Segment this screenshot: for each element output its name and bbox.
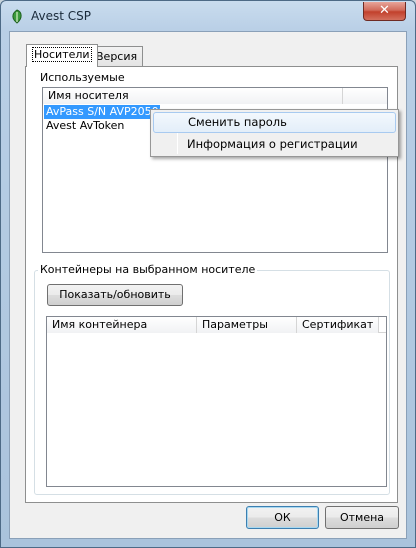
column-media-name[interactable]: Имя носителя — [43, 88, 343, 104]
close-icon: ✕ — [379, 3, 390, 18]
title-bar[interactable]: Avest CSP ✕ — [1, 1, 415, 31]
containers-listview[interactable]: Имя контейнера Параметры Сертификат — [46, 316, 387, 487]
tab-version-label: Версия — [96, 50, 138, 63]
tab-media[interactable]: Носители — [26, 44, 98, 67]
media-group-label: Используемые — [38, 71, 127, 84]
column-certificate[interactable]: Сертификат — [297, 317, 379, 333]
media-row-avpass[interactable]: AvPass S/N AVP20500 — [44, 105, 166, 119]
client-area: Носители Версия Используемые Имя носител… — [9, 31, 407, 539]
menu-item-registration-info[interactable]: Информация о регистрации — [153, 134, 396, 155]
column-container-name[interactable]: Имя контейнера — [47, 317, 197, 333]
containers-list-header: Имя контейнера Параметры Сертификат — [47, 317, 386, 333]
tab-version[interactable]: Версия — [90, 46, 144, 67]
ok-button[interactable]: ОК — [246, 506, 319, 529]
window-title: Avest CSP — [31, 9, 91, 23]
cancel-button[interactable]: Отмена — [325, 506, 399, 529]
media-row-avtoken[interactable]: Avest AvToken — [44, 119, 124, 133]
refresh-button[interactable]: Показать/обновить — [47, 284, 183, 306]
column-parameters[interactable]: Параметры — [197, 317, 297, 333]
dialog-window: Avest CSP ✕ Носители Версия Используемые… — [0, 0, 416, 548]
column-extra[interactable] — [343, 88, 387, 104]
context-menu: Сменить пароль Информация о регистрации — [150, 109, 399, 157]
tab-media-label: Носители — [32, 47, 92, 62]
media-list-header: Имя носителя — [43, 88, 387, 104]
avest-leaf-icon — [12, 9, 22, 24]
containers-group-label: Контейнеры на выбранном носителе — [38, 263, 258, 276]
close-button[interactable]: ✕ — [363, 2, 406, 21]
menu-item-change-password[interactable]: Сменить пароль — [153, 112, 396, 133]
